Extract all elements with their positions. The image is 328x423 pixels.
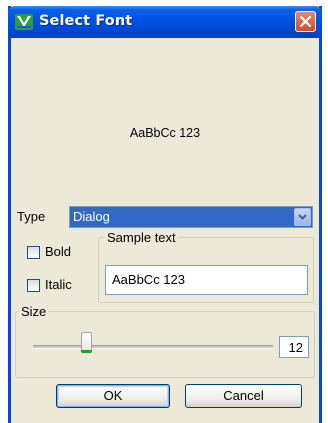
chevron-down-icon	[298, 214, 307, 220]
sample-text-input[interactable]: AaBbCc 123	[105, 265, 308, 295]
italic-checkbox[interactable]	[27, 279, 40, 292]
size-slider-thumb[interactable]	[81, 332, 92, 353]
bold-checkbox[interactable]	[27, 246, 40, 259]
close-icon	[300, 16, 311, 27]
select-font-dialog: Select Font AaBbCc 123 Type Dialog Bold …	[8, 6, 322, 423]
type-label: Type	[17, 209, 46, 224]
cancel-button[interactable]: Cancel	[185, 384, 302, 408]
preview-text: AaBbCc 123	[129, 126, 201, 140]
close-button[interactable]	[295, 11, 316, 32]
size-legend: Size	[19, 304, 49, 319]
font-preview-panel: AaBbCc 123	[13, 44, 317, 202]
sample-text-value: AaBbCc 123	[112, 272, 185, 287]
size-field[interactable]: 12	[279, 336, 309, 358]
size-value: 12	[288, 340, 303, 355]
title-bar[interactable]: Select Font	[8, 6, 322, 38]
ok-button[interactable]: OK	[56, 384, 170, 408]
font-app-icon	[15, 14, 33, 30]
font-type-select[interactable]: Dialog	[69, 206, 313, 228]
window-title: Select Font	[39, 13, 133, 29]
dropdown-button[interactable]	[294, 208, 311, 226]
italic-label: Italic	[45, 277, 72, 292]
bold-label: Bold	[45, 244, 72, 259]
sample-text-legend: Sample text	[105, 230, 178, 245]
font-type-value: Dialog	[73, 209, 110, 224]
size-slider-track[interactable]	[33, 345, 273, 349]
